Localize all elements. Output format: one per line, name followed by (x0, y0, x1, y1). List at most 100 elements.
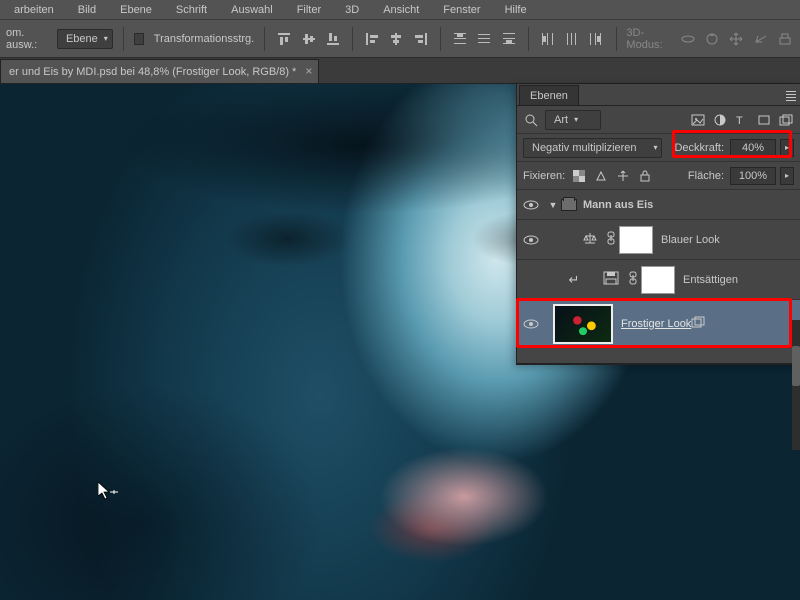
distribute-top-icon[interactable] (451, 28, 469, 50)
layer-group-row[interactable]: ▼ Mann aus Eis (517, 190, 800, 220)
menu-filter[interactable]: Filter (287, 2, 331, 18)
layer-row[interactable]: ↵ Entsättigen (517, 260, 800, 300)
blend-mode-label: Negativ multiplizieren (532, 142, 637, 154)
panel-tab-label: Ebenen (530, 90, 568, 102)
layer-scrollbar[interactable] (792, 320, 800, 450)
document-tab-label: er und Eis by MDI.psd bei 48,8% (Frostig… (9, 66, 296, 78)
auto-select-label: om. ausw.: (6, 27, 51, 51)
3d-scale-icon[interactable] (776, 28, 794, 50)
3d-orbit-icon[interactable] (678, 28, 696, 50)
lock-pixels-icon[interactable] (593, 168, 609, 184)
fill-field[interactable]: 100% ▸ (730, 167, 794, 185)
visibility-toggle-icon[interactable] (523, 199, 539, 211)
mode3d-label: 3D-Modus: (626, 27, 672, 51)
menu-select[interactable]: Auswahl (221, 2, 283, 18)
layer-thumbnail[interactable] (553, 304, 613, 344)
auto-select-value: Ebene (66, 33, 98, 45)
document-tab-row: er und Eis by MDI.psd bei 48,8% (Frostig… (0, 58, 800, 84)
distribute-vcenter-icon[interactable] (475, 28, 493, 50)
lock-fill-row: Fixieren: Fläche: 100% ▸ (517, 162, 800, 190)
layers-panel: Ebenen Art ▾ T Negativ multiplizieren▾ De… (516, 84, 800, 365)
visibility-toggle-icon[interactable] (523, 234, 539, 246)
layer-row-selected[interactable]: Frostiger Look (517, 300, 800, 348)
menu-3d[interactable]: 3D (335, 2, 369, 18)
opacity-stepper[interactable]: ▸ (780, 139, 794, 157)
filter-row: Art ▾ T (517, 106, 800, 134)
group-name[interactable]: Mann aus Eis (583, 199, 653, 211)
transform-controls-checkbox[interactable] (134, 33, 144, 45)
auto-select-dropdown[interactable]: Ebene ▾ (57, 29, 113, 49)
filter-type-label: Art (554, 114, 568, 126)
fill-value[interactable]: 100% (730, 167, 776, 185)
mask-thumbnail[interactable] (619, 226, 653, 254)
menu-layer[interactable]: Ebene (110, 2, 162, 18)
panel-menu-icon[interactable] (786, 87, 796, 105)
document-tab[interactable]: er und Eis by MDI.psd bei 48,8% (Frostig… (0, 59, 319, 83)
opacity-field[interactable]: 40% ▸ (730, 139, 794, 157)
filter-type-layer-icon[interactable]: T (734, 112, 750, 128)
scrollbar-thumb[interactable] (792, 346, 800, 386)
distribute-right-icon[interactable] (587, 28, 605, 50)
menu-help[interactable]: Hilfe (495, 2, 537, 18)
lock-all-icon[interactable] (637, 168, 653, 184)
fill-label: Fläche: (688, 170, 724, 182)
panel-tab-bar: Ebenen (517, 84, 800, 106)
layer-row[interactable]: Blauer Look (517, 220, 800, 260)
search-icon[interactable] (523, 112, 539, 128)
layer-list: ▼ Mann aus Eis Blauer Look ↵ Entsättigen (517, 190, 800, 364)
align-left-edges-icon[interactable] (363, 28, 381, 50)
link-icon[interactable] (625, 271, 641, 288)
visibility-toggle-icon[interactable] (523, 318, 539, 330)
lock-position-icon[interactable] (615, 168, 631, 184)
group-collapse-icon[interactable]: ▼ (545, 200, 561, 210)
layer-name[interactable]: Entsättigen (683, 274, 738, 286)
menu-window[interactable]: Fenster (433, 2, 490, 18)
filter-smartobject-icon[interactable] (778, 112, 794, 128)
3d-roll-icon[interactable] (703, 28, 721, 50)
menu-type[interactable]: Schrift (166, 2, 217, 18)
filter-adjustment-icon[interactable] (712, 112, 728, 128)
chevron-down-icon: ▾ (104, 34, 108, 43)
separator (264, 27, 265, 51)
align-horizontal-centers-icon[interactable] (387, 28, 405, 50)
layer-name[interactable]: Frostiger Look (621, 318, 691, 330)
separator (528, 27, 529, 51)
chevron-down-icon: ▾ (574, 115, 578, 124)
align-top-edges-icon[interactable] (275, 28, 293, 50)
clip-indicator-icon: ↵ (563, 272, 585, 288)
menu-image[interactable]: Bild (68, 2, 106, 18)
layer-name[interactable]: Blauer Look (661, 234, 720, 246)
fill-stepper[interactable]: ▸ (780, 167, 794, 185)
distribute-left-icon[interactable] (539, 28, 557, 50)
lock-transparency-icon[interactable] (571, 168, 587, 184)
mask-thumbnail[interactable] (641, 266, 675, 294)
layer-row-partial[interactable] (517, 348, 800, 364)
opacity-label: Deckkraft: (674, 142, 724, 154)
opacity-value[interactable]: 40% (730, 139, 776, 157)
filter-shape-icon[interactable] (756, 112, 772, 128)
menu-edit[interactable]: arbeiten (4, 2, 64, 18)
distribute-bottom-icon[interactable] (499, 28, 517, 50)
balance-adjustment-icon (581, 231, 603, 248)
save-adjustment-icon (603, 271, 625, 288)
blend-opacity-row: Negativ multiplizieren▾ Deckkraft: 40% ▸ (517, 134, 800, 162)
link-icon[interactable] (603, 231, 619, 248)
distribute-hcenter-icon[interactable] (563, 28, 581, 50)
separator (440, 27, 441, 51)
align-right-edges-icon[interactable] (412, 28, 430, 50)
3d-pan-icon[interactable] (727, 28, 745, 50)
options-bar: om. ausw.: Ebene ▾ Transformationsstrg. … (0, 20, 800, 58)
3d-slide-icon[interactable] (751, 28, 769, 50)
transform-controls-label: Transformationsstrg. (154, 33, 254, 45)
panel-tab-layers[interactable]: Ebenen (519, 85, 579, 105)
separator (123, 27, 124, 51)
menu-view[interactable]: Ansicht (373, 2, 429, 18)
filter-type-dropdown[interactable]: Art ▾ (545, 110, 601, 130)
align-vertical-centers-icon[interactable] (299, 28, 317, 50)
blend-mode-dropdown[interactable]: Negativ multiplizieren▾ (523, 138, 662, 158)
menu-bar: arbeiten Bild Ebene Schrift Auswahl Filt… (0, 0, 800, 20)
close-tab-icon[interactable]: × (305, 64, 312, 78)
svg-text:T: T (736, 115, 743, 126)
align-bottom-edges-icon[interactable] (324, 28, 342, 50)
filter-pixel-icon[interactable] (690, 112, 706, 128)
